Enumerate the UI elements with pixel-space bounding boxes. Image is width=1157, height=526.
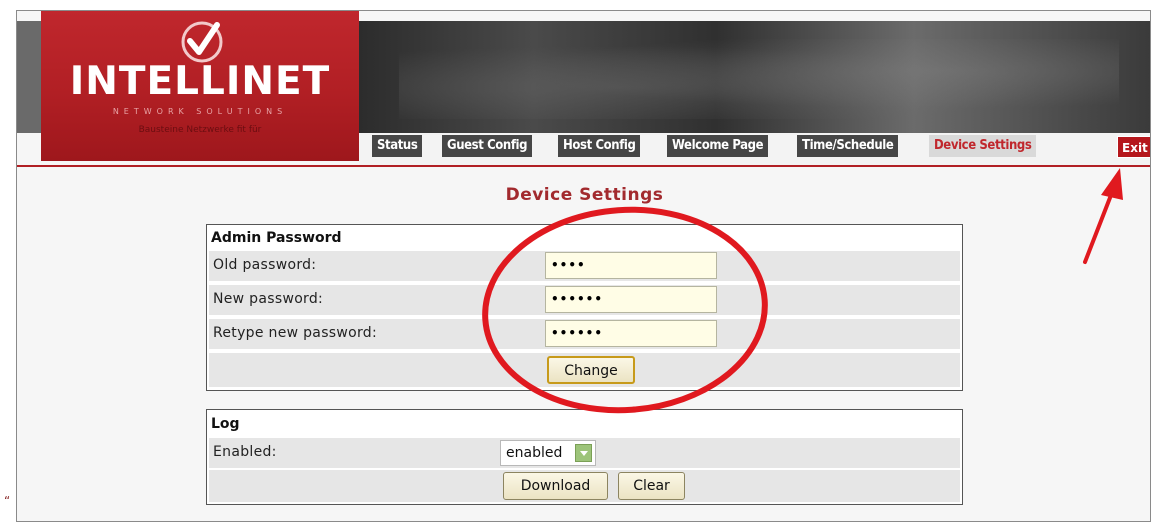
header-banner-image (359, 21, 1150, 133)
chevron-down-icon[interactable] (575, 444, 592, 462)
log-enabled-select[interactable]: enabled (500, 440, 596, 466)
nav-tab-guest-config[interactable]: Guest Config (442, 135, 533, 157)
retype-password-row: Retype new password: •••••• (209, 319, 960, 349)
log-panel: Log Enabled: enabled Download Clear (206, 409, 963, 505)
logo-tagline: Bausteine Netzwerke fit für (138, 125, 262, 135)
change-button-row: Change (209, 353, 960, 387)
log-actions-row: Download Clear (209, 470, 960, 502)
change-password-button[interactable]: Change (547, 356, 635, 384)
header-divider (17, 165, 1150, 167)
new-password-label: New password: (213, 291, 324, 307)
intellinet-logo: INTELLINET NETWORK SOLUTIONS Bausteine N… (41, 11, 359, 161)
page-title: Device Settings (505, 185, 664, 205)
new-password-row: New password: •••••• (209, 285, 960, 315)
page-header: INTELLINET NETWORK SOLUTIONS Bausteine N… (17, 11, 1150, 167)
download-log-button[interactable]: Download (503, 472, 608, 500)
old-password-label: Old password: (213, 257, 317, 273)
exit-button[interactable]: Exit (1117, 136, 1150, 158)
header-left-strip (17, 21, 41, 133)
log-enabled-label: Enabled: (213, 444, 277, 460)
router-admin-window: INTELLINET NETWORK SOLUTIONS Bausteine N… (16, 10, 1151, 522)
stray-quote-mark: “ (4, 494, 11, 508)
admin-password-panel: Admin Password Old password: •••• New pa… (206, 224, 963, 391)
nav-tab-host-config[interactable]: Host Config (558, 135, 641, 157)
retype-password-label: Retype new password: (213, 325, 378, 341)
nav-tab-welcome-page[interactable]: Welcome Page (667, 135, 769, 157)
logo-wordmark: INTELLINET (69, 59, 331, 104)
log-enabled-value: enabled (506, 445, 563, 461)
nav-tab-status[interactable]: Status (372, 135, 423, 157)
log-heading: Log (211, 416, 240, 432)
nav-tab-device-settings[interactable]: Device Settings (929, 135, 1037, 157)
nav-tab-time-schedule[interactable]: Time/Schedule (797, 135, 899, 157)
old-password-input[interactable]: •••• (545, 252, 717, 279)
new-password-input[interactable]: •••••• (545, 286, 717, 313)
retype-password-input[interactable]: •••••• (545, 320, 717, 347)
admin-password-heading: Admin Password (211, 230, 342, 246)
logo-subtitle: NETWORK SOLUTIONS (112, 107, 288, 116)
clear-log-button[interactable]: Clear (618, 472, 685, 500)
old-password-row: Old password: •••• (209, 251, 960, 281)
